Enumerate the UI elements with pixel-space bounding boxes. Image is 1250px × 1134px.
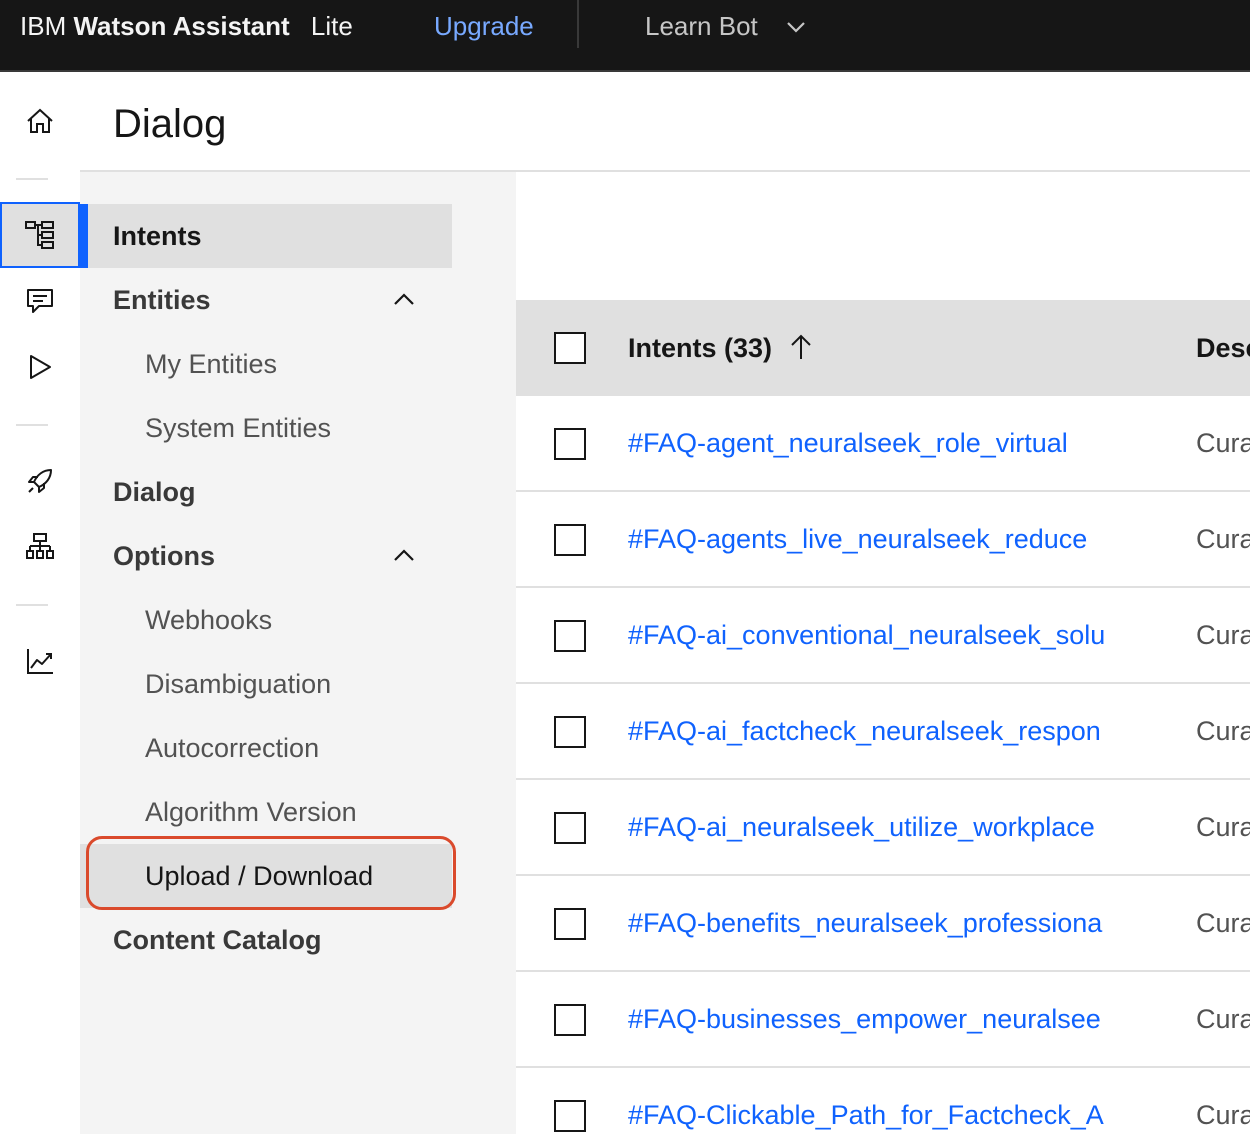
table-row[interactable]: #FAQ-agent_neuralseek_role_virtual Cura — [516, 396, 1250, 492]
rail-try-it-button[interactable] — [0, 334, 80, 400]
secondary-nav: Intents Entities My Entities System Enti… — [80, 172, 516, 1134]
select-all-checkbox[interactable] — [554, 332, 586, 364]
nav-item-content-catalog[interactable]: Content Catalog — [80, 908, 452, 972]
hierarchy-icon — [26, 533, 54, 559]
nav-item-upload-download[interactable]: Upload / Download — [80, 844, 452, 908]
rocket-icon — [28, 469, 52, 493]
top-header-bar: IBM Watson Assistant Lite Upgrade Learn … — [0, 0, 1250, 72]
nav-item-webhooks[interactable]: Webhooks — [80, 588, 452, 652]
nav-item-disambiguation[interactable]: Disambiguation — [80, 652, 452, 716]
analytics-icon — [27, 649, 53, 674]
nav-item-label: Dialog — [113, 477, 196, 507]
upgrade-link[interactable]: Upgrade — [434, 10, 534, 42]
rail-deploy-button[interactable] — [0, 448, 80, 514]
plan-label: Lite — [310, 11, 353, 41]
tree-icon — [25, 221, 54, 249]
product-name[interactable]: IBM Watson Assistant Lite — [20, 10, 353, 42]
chat-icon — [27, 289, 53, 313]
nav-item-label: My Entities — [145, 349, 278, 379]
intent-name-link[interactable]: #FAQ-benefits_neuralseek_professiona — [628, 876, 1132, 970]
table-header: Intents (33) Desc — [516, 300, 1250, 396]
nav-item-algorithm-version[interactable]: Algorithm Version — [80, 780, 452, 844]
row-checkbox[interactable] — [554, 1100, 586, 1132]
chevron-down-icon — [787, 22, 805, 33]
nav-item-label: System Entities — [145, 413, 332, 443]
nav-item-label: Entities — [113, 285, 211, 315]
nav-item-my-entities[interactable]: My Entities — [80, 332, 452, 396]
home-icon — [27, 108, 53, 133]
intent-description: Cura — [1196, 716, 1250, 746]
column-header-intents[interactable]: Intents (33) — [628, 300, 812, 396]
nav-item-system-entities[interactable]: System Entities — [80, 396, 452, 460]
nav-item-label: Webhooks — [145, 605, 273, 635]
table-row[interactable]: #FAQ-ai_conventional_neuralseek_solu Cura — [516, 588, 1250, 684]
brand-name: Watson Assistant — [73, 11, 290, 41]
table-row[interactable]: #FAQ-ai_neuralseek_utilize_workplace Cura — [516, 780, 1250, 876]
nav-item-dialog[interactable]: Dialog — [80, 460, 452, 524]
table-row[interactable]: #FAQ-benefits_neuralseek_professiona Cura — [516, 876, 1250, 972]
column-header-label: Intents (33) — [628, 333, 773, 363]
brand-prefix: IBM — [20, 11, 67, 41]
intent-description: Cura — [1196, 1004, 1250, 1034]
nav-item-entities[interactable]: Entities — [80, 268, 452, 332]
nav-item-label: Intents — [113, 221, 202, 251]
intent-name-link[interactable]: #FAQ-ai_conventional_neuralseek_solu — [628, 588, 1132, 682]
nav-item-autocorrection[interactable]: Autocorrection — [80, 716, 452, 780]
nav-item-label: Disambiguation — [145, 669, 332, 699]
row-checkbox[interactable] — [554, 908, 586, 940]
nav-item-intents[interactable]: Intents — [80, 204, 452, 268]
table-row[interactable]: #FAQ-businesses_empower_neuralsee Cura — [516, 972, 1250, 1068]
header-divider — [577, 0, 579, 48]
chevron-up-icon — [394, 549, 414, 561]
intent-description: Cura — [1196, 908, 1250, 938]
intents-table-panel: Intents (33) Desc #FAQ-agent_neuralseek_… — [516, 204, 1250, 1134]
intent-description: Cura — [1196, 524, 1250, 554]
intent-name-link[interactable]: #FAQ-businesses_empower_neuralsee — [628, 972, 1132, 1066]
play-icon — [30, 355, 51, 379]
page-title: Dialog — [113, 102, 227, 146]
intent-description: Cura — [1196, 1100, 1250, 1130]
nav-item-options[interactable]: Options — [80, 524, 452, 588]
rail-dialog-button[interactable] — [0, 202, 80, 268]
row-checkbox[interactable] — [554, 524, 586, 556]
row-checkbox[interactable] — [554, 812, 586, 844]
nav-item-label: Options — [113, 541, 215, 571]
intent-description: Cura — [1196, 620, 1250, 650]
nav-item-label: Upload / Download — [145, 861, 374, 891]
table-row[interactable]: #FAQ-Clickable_Path_for_Factcheck_A Cura — [516, 1068, 1250, 1134]
rail-preview-chat-button[interactable] — [0, 268, 80, 334]
row-checkbox[interactable] — [554, 716, 586, 748]
column-header-description[interactable]: Desc — [1196, 300, 1250, 396]
intent-name-link[interactable]: #FAQ-ai_factcheck_neuralseek_respon — [628, 684, 1132, 778]
left-rail — [0, 74, 80, 1134]
rail-separator — [16, 178, 48, 180]
nav-item-label: Algorithm Version — [145, 797, 357, 827]
row-checkbox[interactable] — [554, 620, 586, 652]
row-checkbox[interactable] — [554, 428, 586, 460]
nav-item-label: Content Catalog — [113, 925, 322, 955]
table-row[interactable]: #FAQ-ai_factcheck_neuralseek_respon Cura — [516, 684, 1250, 780]
sort-ascending-icon — [790, 334, 811, 359]
table-row[interactable]: #FAQ-agents_live_neuralseek_reduce Cura — [516, 492, 1250, 588]
intent-description: Cura — [1196, 428, 1250, 458]
rail-separator — [16, 424, 48, 426]
intent-name-link[interactable]: #FAQ-agents_live_neuralseek_reduce — [628, 492, 1132, 586]
intent-name-link[interactable]: #FAQ-ai_neuralseek_utilize_workplace — [628, 780, 1132, 874]
intent-description: Cura — [1196, 812, 1250, 842]
rail-versions-button[interactable] — [0, 514, 80, 580]
intent-name-link[interactable]: #FAQ-Clickable_Path_for_Factcheck_A — [628, 1068, 1132, 1134]
row-checkbox[interactable] — [554, 1004, 586, 1036]
rail-home-button[interactable] — [0, 88, 80, 154]
chevron-up-icon — [394, 293, 414, 305]
rail-separator — [16, 604, 48, 606]
rail-analytics-button[interactable] — [0, 628, 80, 694]
table-toolbar — [516, 204, 1250, 300]
bot-selector[interactable]: Learn Bot — [645, 10, 805, 42]
nav-item-label: Autocorrection — [145, 733, 320, 763]
bot-name: Learn Bot — [645, 11, 758, 41]
intent-name-link[interactable]: #FAQ-agent_neuralseek_role_virtual — [628, 396, 1132, 490]
